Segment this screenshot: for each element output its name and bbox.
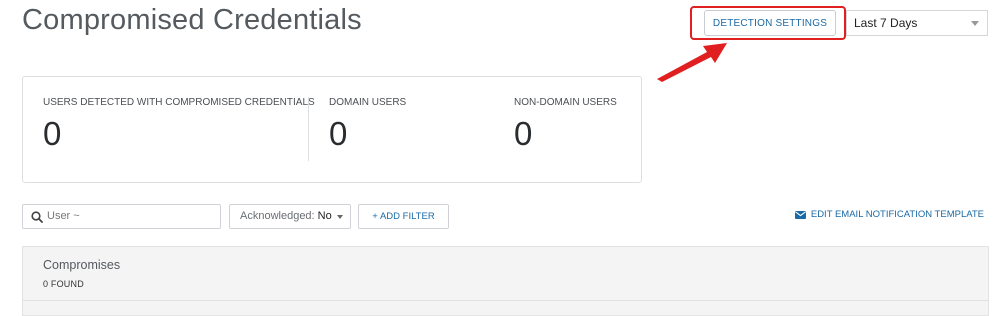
- add-filter-button[interactable]: + ADD FILTER: [358, 204, 449, 229]
- stat-compromised-users: USERS DETECTED WITH COMPROMISED CREDENTI…: [43, 97, 315, 153]
- search-icon: [31, 211, 43, 223]
- stat-domain-users: DOMAIN USERS 0: [329, 97, 406, 153]
- date-range-select[interactable]: Last 7 Days: [846, 10, 988, 36]
- divider: [308, 97, 309, 161]
- results-count: 0 FOUND: [43, 279, 84, 289]
- divider: [23, 300, 988, 301]
- stat-value: 0: [514, 115, 533, 152]
- chevron-down-icon: [337, 215, 343, 219]
- results-title: Compromises: [43, 258, 121, 272]
- envelope-icon: [794, 210, 806, 219]
- chevron-down-icon: [971, 21, 979, 26]
- edit-email-template-label: EDIT EMAIL NOTIFICATION TEMPLATE: [810, 209, 984, 220]
- stat-value: 0: [329, 115, 348, 152]
- date-range-value: Last 7 Days: [854, 16, 918, 30]
- search-placeholder: User ~: [47, 210, 80, 222]
- stat-label: USERS DETECTED WITH COMPROMISED CREDENTI…: [43, 97, 315, 108]
- stat-label: DOMAIN USERS: [329, 97, 407, 108]
- results-panel: Compromises 0 FOUND: [22, 246, 989, 316]
- stat-value: 0: [43, 115, 62, 152]
- stat-label: NON-DOMAIN USERS: [514, 97, 617, 108]
- acknowledged-filter-dropdown[interactable]: Acknowledged: No: [229, 204, 351, 229]
- annotation-highlight-box: [690, 6, 846, 40]
- stat-non-domain-users: NON-DOMAIN USERS 0: [514, 97, 617, 153]
- user-search-input[interactable]: User ~: [22, 204, 221, 229]
- annotation-arrow-icon: [657, 43, 727, 82]
- acknowledged-value: No: [317, 210, 332, 222]
- page-title: Compromised Credentials: [22, 4, 362, 36]
- edit-email-template-link[interactable]: EDIT EMAIL NOTIFICATION TEMPLATE: [794, 209, 984, 220]
- stats-card: USERS DETECTED WITH COMPROMISED CREDENTI…: [22, 76, 642, 183]
- acknowledged-label: Acknowledged:: [240, 210, 315, 222]
